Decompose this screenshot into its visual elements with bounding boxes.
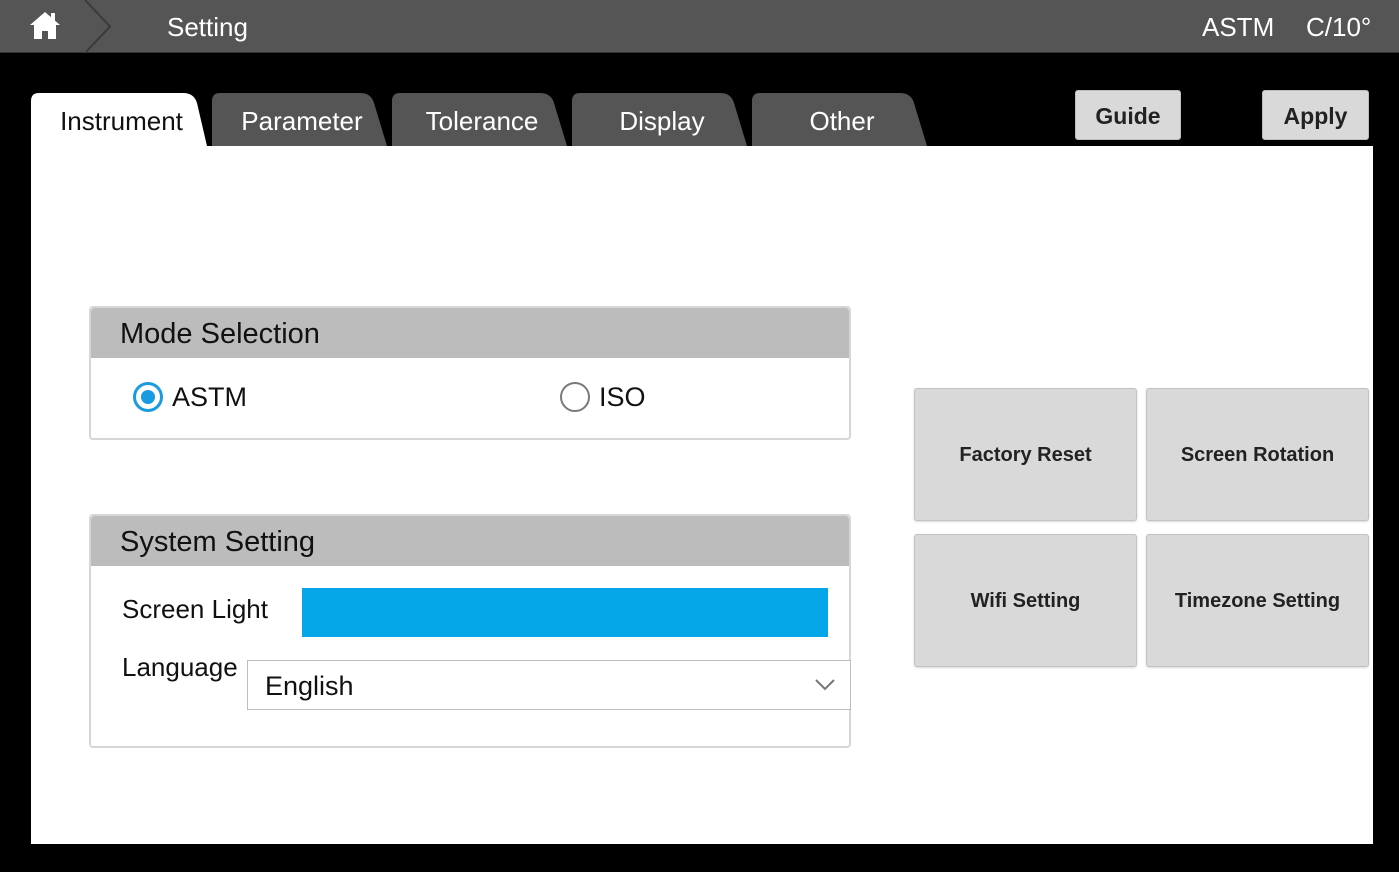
measurement-mode-indicator: ASTM [1202, 12, 1275, 42]
home-icon [30, 0, 112, 53]
language-value: English [265, 671, 354, 701]
tab-other[interactable]: Other [752, 93, 932, 146]
chevron-down-icon [815, 679, 835, 691]
wifi-setting-button[interactable]: Wifi Setting [914, 534, 1137, 667]
tab-tolerance-label: Tolerance [425, 106, 539, 136]
screen-light-fill [302, 588, 828, 637]
tab-instrument[interactable]: Instrument [31, 93, 212, 146]
page-title: Setting [167, 12, 248, 42]
factory-reset-button[interactable]: Factory Reset [914, 388, 1137, 521]
home-button[interactable] [0, 0, 112, 53]
mode-selection-group: Mode Selection ASTM ISO [89, 306, 851, 440]
system-setting-group: System Setting Screen Light Language Eng… [89, 514, 851, 748]
radio-iso-indicator [560, 382, 590, 412]
screen-light-slider[interactable] [302, 588, 828, 637]
radio-astm-label: ASTM [172, 382, 248, 412]
mode-selection-title: Mode Selection [91, 308, 849, 358]
tab-instrument-label: Instrument [60, 106, 183, 136]
top-bar: Setting ASTM C/10° [0, 0, 1399, 53]
radio-astm-indicator [133, 382, 163, 412]
radio-iso-label: ISO [599, 382, 646, 412]
timezone-setting-button[interactable]: Timezone Setting [1146, 534, 1369, 667]
system-setting-title: System Setting [91, 516, 849, 566]
screen-rotation-button[interactable]: Screen Rotation [1146, 388, 1369, 521]
tab-other-label: Other [809, 106, 875, 136]
language-select[interactable]: English [247, 660, 851, 710]
apply-button[interactable]: Apply [1262, 90, 1369, 140]
language-label: Language [122, 652, 238, 682]
screen-light-label: Screen Light [122, 594, 268, 624]
guide-button[interactable]: Guide [1075, 90, 1181, 140]
tab-parameter[interactable]: Parameter [212, 93, 392, 146]
tab-display[interactable]: Display [572, 93, 752, 146]
instrument-panel: Mode Selection ASTM ISO System Setting S… [31, 146, 1373, 844]
tab-display-label: Display [619, 106, 705, 136]
tab-parameter-label: Parameter [241, 106, 363, 136]
tab-tolerance[interactable]: Tolerance [392, 93, 572, 146]
illuminant-observer-indicator: C/10° [1306, 12, 1372, 42]
